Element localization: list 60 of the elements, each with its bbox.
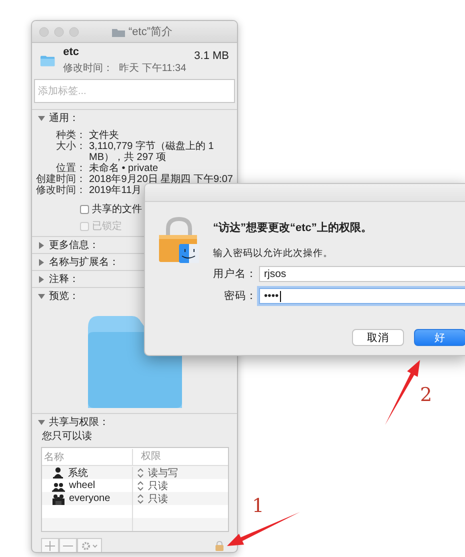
info-value: 未命名 • private	[89, 163, 160, 174]
info-label: 位置：	[56, 163, 86, 174]
checkbox-label: 已锁定	[92, 221, 122, 232]
section-label: 更多信息：	[49, 238, 99, 252]
field-label: 用户名：	[213, 267, 257, 281]
info-label: 种类：	[55, 130, 86, 141]
user-name: wheel	[69, 480, 96, 491]
group-icon	[52, 492, 65, 504]
disclosure-triangle[interactable]	[38, 276, 45, 282]
checkbox[interactable]	[80, 205, 89, 214]
file-size: 3.1 MB	[194, 50, 229, 62]
disclosure-triangle[interactable]	[38, 114, 45, 122]
sharing-note: 您只可以读	[41, 430, 93, 444]
modified-date: 昨天 下午11:34	[119, 62, 186, 75]
privilege-value[interactable]: 只读	[148, 478, 168, 492]
password-field[interactable]: ••••	[259, 288, 465, 304]
info-label: 创建时间：	[36, 174, 86, 185]
action-menu-button[interactable]	[77, 538, 102, 552]
disclosure-triangle[interactable]	[38, 258, 45, 266]
user-icon	[52, 467, 64, 479]
info-value: 2019年11月	[89, 185, 143, 196]
section-label: 通用：	[49, 112, 79, 125]
add-button[interactable]	[41, 538, 59, 552]
disclosure-triangle[interactable]	[38, 418, 45, 426]
info-label: 大小：	[55, 141, 86, 154]
annotation-arrow	[384, 359, 421, 426]
user-name: 系统	[68, 466, 88, 480]
username-field[interactable]: rjsos	[259, 266, 465, 282]
info-label: 修改时间：	[36, 185, 86, 196]
checkbox-label: 共享的文件	[92, 204, 142, 215]
dialog-title: “访达”想要更改“etc”上的权限。	[213, 220, 373, 235]
remove-button[interactable]	[59, 538, 77, 552]
cancel-button[interactable]: 取消	[352, 329, 404, 346]
section-label: 共享与权限：	[49, 416, 109, 429]
section-label: 注释：	[49, 272, 79, 286]
stepper-icon[interactable]	[137, 480, 144, 490]
privilege-value[interactable]: 只读	[148, 492, 168, 506]
plus-icon	[45, 540, 55, 550]
info-value: 2018年9月20日 星期四 下午9:07	[89, 174, 233, 185]
info-value: 3,110,779 字节（磁盘上的 1 MB），共 297 项	[89, 141, 215, 163]
user-name: everyone	[69, 493, 110, 504]
stepper-icon[interactable]	[137, 494, 144, 504]
privilege-value[interactable]: 读与写	[148, 466, 178, 480]
disclosure-triangle[interactable]	[38, 242, 45, 248]
folder-icon	[112, 26, 124, 36]
modified-label: 修改时间：	[63, 62, 114, 75]
dialog-message: 输入密码以允许此次操作。	[213, 247, 334, 260]
file-name: etc	[63, 46, 80, 58]
disclosure-triangle[interactable]	[38, 292, 45, 300]
annotation-number: 2	[420, 386, 432, 405]
lock-finder-icon	[157, 216, 201, 264]
window-title: “etc”简介	[128, 25, 172, 39]
section-label: 预览：	[49, 290, 79, 303]
stepper-icon[interactable]	[137, 468, 144, 478]
annotation-number: 1	[252, 497, 264, 516]
tags-field[interactable]: 添加标签...	[34, 79, 235, 103]
section-label: 名称与扩展名：	[49, 256, 119, 269]
gear-icon	[81, 540, 98, 550]
info-value: 文件夹	[89, 130, 120, 141]
field-label: 密码：	[223, 289, 257, 303]
